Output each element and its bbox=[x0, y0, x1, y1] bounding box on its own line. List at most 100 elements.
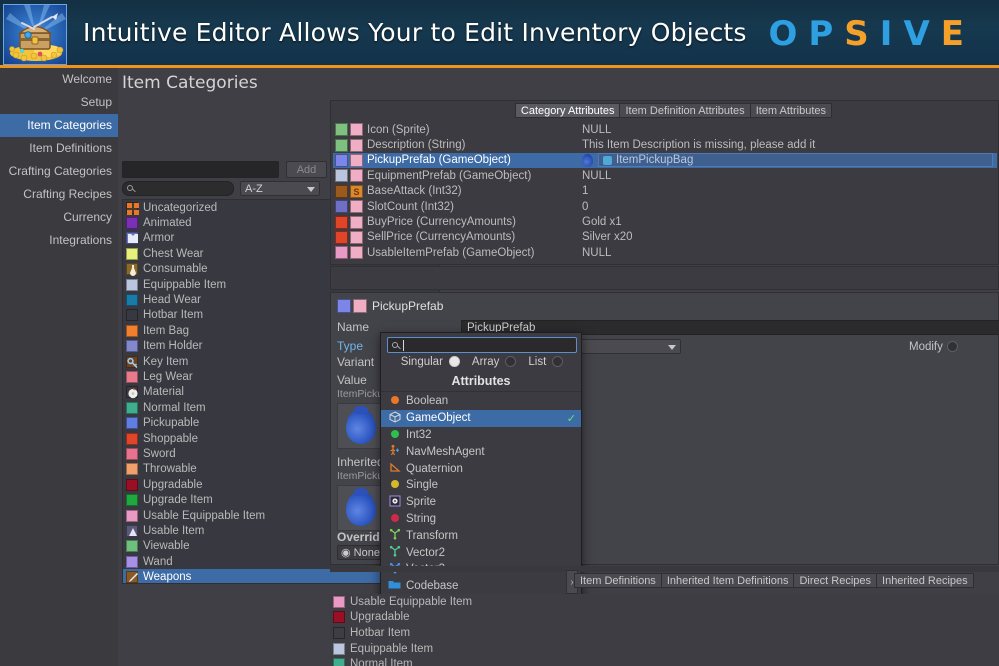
type-dropdown-popup[interactable]: Singular Array List Attributes Boolean Game… bbox=[380, 332, 582, 604]
bottom-list-item[interactable]: Hotbar Item bbox=[330, 625, 999, 641]
attribute-row[interactable]: SlotCount (Int32) 0 bbox=[333, 199, 997, 214]
dropdown-item[interactable]: GameObject ✓ bbox=[381, 409, 581, 427]
tab-item-attributes[interactable]: Item Attributes bbox=[749, 103, 832, 118]
object-reference-label: ItemPickupBag bbox=[616, 154, 694, 167]
bottom-list-item[interactable]: Equippable Item bbox=[330, 641, 999, 657]
sidebar-item-welcome[interactable]: Welcome bbox=[0, 68, 118, 91]
bottom-item-list[interactable]: Usable Equippable Item Upgradable Hotbar I… bbox=[330, 594, 999, 666]
search-input[interactable] bbox=[122, 181, 234, 196]
chevron-down-icon bbox=[668, 345, 676, 350]
inherited-thumbnail[interactable] bbox=[337, 485, 383, 531]
dropdown-item[interactable]: String bbox=[381, 511, 581, 528]
swatch bbox=[126, 447, 138, 460]
category-label: Key Item bbox=[143, 355, 189, 368]
dropdown-item[interactable]: Quaternion bbox=[381, 460, 581, 477]
text-caret bbox=[403, 340, 404, 351]
sort-select[interactable]: A-Z bbox=[240, 181, 320, 196]
sidebar-item-currency[interactable]: Currency bbox=[0, 206, 118, 229]
label-name: Name bbox=[337, 320, 370, 334]
dropdown-search-input[interactable] bbox=[387, 337, 577, 353]
bottom-list-item[interactable]: Upgradable bbox=[330, 610, 999, 626]
attribute-row[interactable]: PickupPrefab (GameObject) ItemPickupBag bbox=[333, 152, 997, 169]
bottom-tab-inherited-recipes[interactable]: Inherited Recipes bbox=[876, 573, 974, 588]
attribute-value: NULL bbox=[582, 169, 612, 182]
tab-category-attributes[interactable]: Category Attributes bbox=[514, 103, 621, 118]
mode-option-list[interactable]: List bbox=[525, 356, 566, 368]
attribute-name: Description (String) bbox=[367, 139, 466, 152]
bottom-tab-direct-recipes[interactable]: Direct Recipes bbox=[793, 573, 878, 588]
dropdown-item-label: Int32 bbox=[406, 428, 432, 441]
attribute-row[interactable]: UsableItemPrefab (GameObject) NULL bbox=[333, 245, 997, 260]
green-dot-icon bbox=[388, 429, 401, 441]
attribute-row[interactable]: BuyPrice (CurrencyAmounts) Gold x1 bbox=[333, 214, 997, 229]
dropdown-item[interactable]: Sprite bbox=[381, 494, 581, 511]
tab-item-definition-attributes[interactable]: Item Definition Attributes bbox=[619, 103, 751, 118]
item-categories-panel: Item Categories Add A-Z Uncategorized Ani… bbox=[118, 68, 440, 666]
dropdown-item[interactable]: Vector2 bbox=[381, 544, 581, 561]
mode-option-array[interactable]: Array bbox=[469, 356, 519, 368]
sidebar-item-integrations[interactable]: Integrations bbox=[0, 229, 118, 252]
attribute-row[interactable]: S BaseAttack (Int32) 1 bbox=[333, 184, 997, 199]
attribute-row[interactable]: SellPrice (CurrencyAmounts) Silver x20 bbox=[333, 230, 997, 245]
bottom-tab-item-definitions[interactable]: Item Definitions bbox=[574, 573, 662, 588]
dropdown-item[interactable]: Codebase› bbox=[381, 578, 581, 595]
type-select[interactable] bbox=[581, 339, 681, 354]
brand-part-accent2: E bbox=[940, 14, 975, 54]
attribute-type-swatch bbox=[335, 230, 348, 244]
bottom-list-item[interactable]: Usable Equippable Item bbox=[330, 594, 999, 610]
sidebar-item-label: Crafting Recipes bbox=[23, 187, 112, 201]
category-name-input[interactable] bbox=[122, 161, 279, 178]
attribute-row[interactable]: EquipmentPrefab (GameObject) NULL bbox=[333, 168, 997, 183]
sidebar-item-label: Item Categories bbox=[27, 118, 112, 132]
modify-radio-option[interactable]: Modify bbox=[909, 341, 958, 353]
panel-title: Item Categories bbox=[122, 73, 258, 93]
attribute-name: SellPrice (CurrencyAmounts) bbox=[367, 231, 516, 244]
dropdown-item[interactable]: NavMeshAgent bbox=[381, 443, 581, 460]
attribute-value: NULL bbox=[582, 246, 612, 259]
dropdown-item-label: Transform bbox=[406, 529, 458, 542]
object-reference-field[interactable]: ItemPickupBag bbox=[598, 153, 993, 168]
dropdown-item[interactable]: Boolean bbox=[381, 393, 581, 410]
category-label: Throwable bbox=[143, 463, 197, 476]
swatch bbox=[126, 509, 138, 522]
bottom-list-label: Upgradable bbox=[350, 611, 410, 624]
attribute-row[interactable]: Description (String) This Item Descriptio… bbox=[333, 137, 997, 152]
dropdown-item[interactable]: Transform bbox=[381, 527, 581, 544]
swatch bbox=[126, 540, 138, 553]
key-icon bbox=[126, 355, 138, 368]
attribute-scope-badge bbox=[350, 215, 363, 229]
attribute-scope-badge bbox=[350, 169, 363, 183]
category-label: Chest Wear bbox=[143, 247, 204, 260]
sidebar-item-item-definitions[interactable]: Item Definitions bbox=[0, 137, 118, 160]
attribute-type-swatch bbox=[335, 215, 348, 229]
radio-icon[interactable] bbox=[505, 356, 517, 367]
attribute-scope-badge bbox=[350, 123, 363, 137]
brand-part-accent1: S bbox=[844, 14, 880, 54]
sidebar-item-crafting-categories[interactable]: Crafting Categories bbox=[0, 160, 118, 183]
attribute-row[interactable]: Icon (Sprite) NULL bbox=[333, 122, 997, 137]
swatch bbox=[126, 309, 138, 322]
dropdown-item[interactable]: Int32 bbox=[381, 427, 581, 444]
sidebar-item-crafting-recipes[interactable]: Crafting Recipes bbox=[0, 183, 118, 206]
dropdown-item-label: String bbox=[406, 512, 437, 525]
brand-part-mid: IV bbox=[879, 14, 941, 54]
dropdown-item-list[interactable]: Boolean GameObject ✓ Int32 NavMeshAgent Quate… bbox=[381, 393, 581, 595]
radio-icon[interactable] bbox=[946, 341, 958, 352]
add-button[interactable]: Add bbox=[286, 161, 327, 178]
sidebar-item-setup[interactable]: Setup bbox=[0, 91, 118, 114]
dropdown-item[interactable]: Single bbox=[381, 477, 581, 494]
mode-option-singular[interactable]: Singular bbox=[398, 356, 463, 368]
label-type: Type bbox=[337, 339, 364, 353]
grid-squares-icon bbox=[126, 201, 139, 215]
inspector-swatch-2 bbox=[353, 299, 367, 313]
dropdown-mode-radios[interactable]: Singular Array List bbox=[387, 356, 577, 371]
bottom-tab-inherited-item-definitions[interactable]: Inherited Item Definitions bbox=[660, 573, 795, 588]
bottom-list-item[interactable]: Normal Item bbox=[330, 656, 999, 666]
swatch bbox=[126, 432, 138, 445]
value-thumbnail[interactable] bbox=[337, 403, 383, 449]
radio-icon[interactable] bbox=[552, 356, 564, 367]
radio-icon[interactable] bbox=[448, 356, 460, 367]
attributes-table[interactable]: Icon (Sprite) NULL Description (String) Thi… bbox=[333, 122, 997, 261]
category-label: Normal Item bbox=[143, 401, 206, 414]
sidebar-item-item-categories[interactable]: Item Categories bbox=[0, 114, 118, 137]
